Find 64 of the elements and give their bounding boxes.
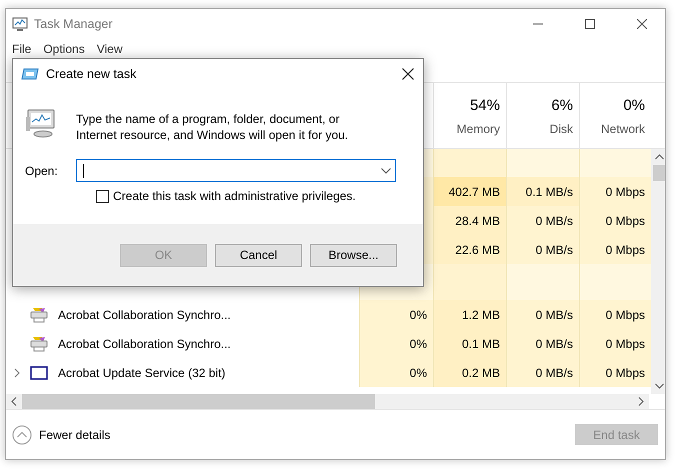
expand-chevron-icon[interactable] [14, 368, 20, 378]
admin-checkbox[interactable]: Create this task with administrative privileges. [96, 187, 423, 205]
close-icon [402, 68, 414, 80]
table-cell: 0 Mbps [579, 300, 651, 329]
scroll-thumb[interactable] [653, 165, 665, 181]
cancel-button[interactable]: Cancel [215, 244, 302, 266]
table-cell: 0 Mbps [579, 206, 651, 235]
maximize-icon [585, 19, 595, 29]
column-label: Network [600, 120, 645, 138]
scroll-up-icon[interactable] [654, 154, 664, 160]
table-cell: 22.6 MB [433, 235, 506, 264]
process-name: Acrobat Update Service (32 bit) [58, 364, 226, 382]
computer-chart-icon [25, 107, 57, 139]
scroll-right-icon[interactable] [638, 397, 644, 406]
column-percent: 6% [551, 96, 573, 116]
printer-icon [30, 306, 48, 322]
table-cell: 0 Mbps [579, 358, 651, 387]
vertical-scrollbar[interactable] [651, 149, 665, 394]
process-name: Acrobat Collaboration Synchro... [58, 336, 231, 352]
table-cell: 0% [359, 300, 433, 329]
table-cell: 0% [359, 358, 433, 387]
column-percent: 54% [470, 96, 500, 116]
column-label: Memory [456, 120, 500, 138]
dialog-message: Type the name of a program, folder, document, or Internet resource, and Windows will open it for you. [76, 111, 350, 143]
scroll-thumb[interactable] [22, 394, 375, 409]
table-cell: 1.2 MB [433, 300, 506, 329]
collapse-up-icon [12, 424, 32, 444]
horizontal-scrollbar[interactable] [6, 394, 649, 409]
table-cell: 0 MB/s [506, 206, 579, 235]
monitor-chart-icon [12, 16, 28, 32]
menu-item[interactable]: Options [37, 40, 91, 58]
scroll-left-icon[interactable] [11, 397, 17, 406]
table-cell: 0.2 MB [433, 358, 506, 387]
table-cell: 0 Mbps [579, 177, 651, 206]
table-cell: 402.7 MB [433, 177, 506, 206]
heat-cell [579, 149, 651, 177]
table-cell: 0 MB/s [506, 358, 579, 387]
close-icon [637, 19, 647, 29]
open-field[interactable] [76, 159, 396, 182]
window-title: Task Manager [34, 16, 113, 33]
table-cell: 0 MB/s [506, 329, 579, 358]
table-cell: 0.1 MB/s [506, 177, 579, 206]
table-cell: 28.4 MB [433, 206, 506, 235]
table-cell: 0.1 MB [433, 329, 506, 358]
fewer-details-link[interactable]: Fewer details [12, 424, 110, 444]
menu-item[interactable]: File [6, 40, 38, 58]
dropdown-chevron-icon[interactable] [381, 168, 391, 174]
open-label: Open: [25, 162, 59, 180]
dialog-title: Create new task [46, 66, 136, 83]
browse-button[interactable]: Browse... [310, 244, 397, 266]
run-icon [21, 68, 39, 80]
table-cell: 0% [359, 329, 433, 358]
printer-icon [30, 336, 48, 352]
scroll-down-icon[interactable] [654, 383, 664, 389]
table-cell: 0 Mbps [579, 329, 651, 358]
table-cell: 0 MB/s [506, 235, 579, 264]
column-label: Disk [550, 120, 573, 138]
table-cell: 0 MB/s [506, 300, 579, 329]
process-name: Acrobat Collaboration Synchro... [58, 306, 231, 324]
window-icon [30, 366, 48, 380]
heat-cell [579, 264, 651, 300]
table-cell: 0 Mbps [579, 235, 651, 264]
menu-item[interactable]: View [90, 40, 128, 58]
column-percent: 0% [623, 96, 645, 116]
